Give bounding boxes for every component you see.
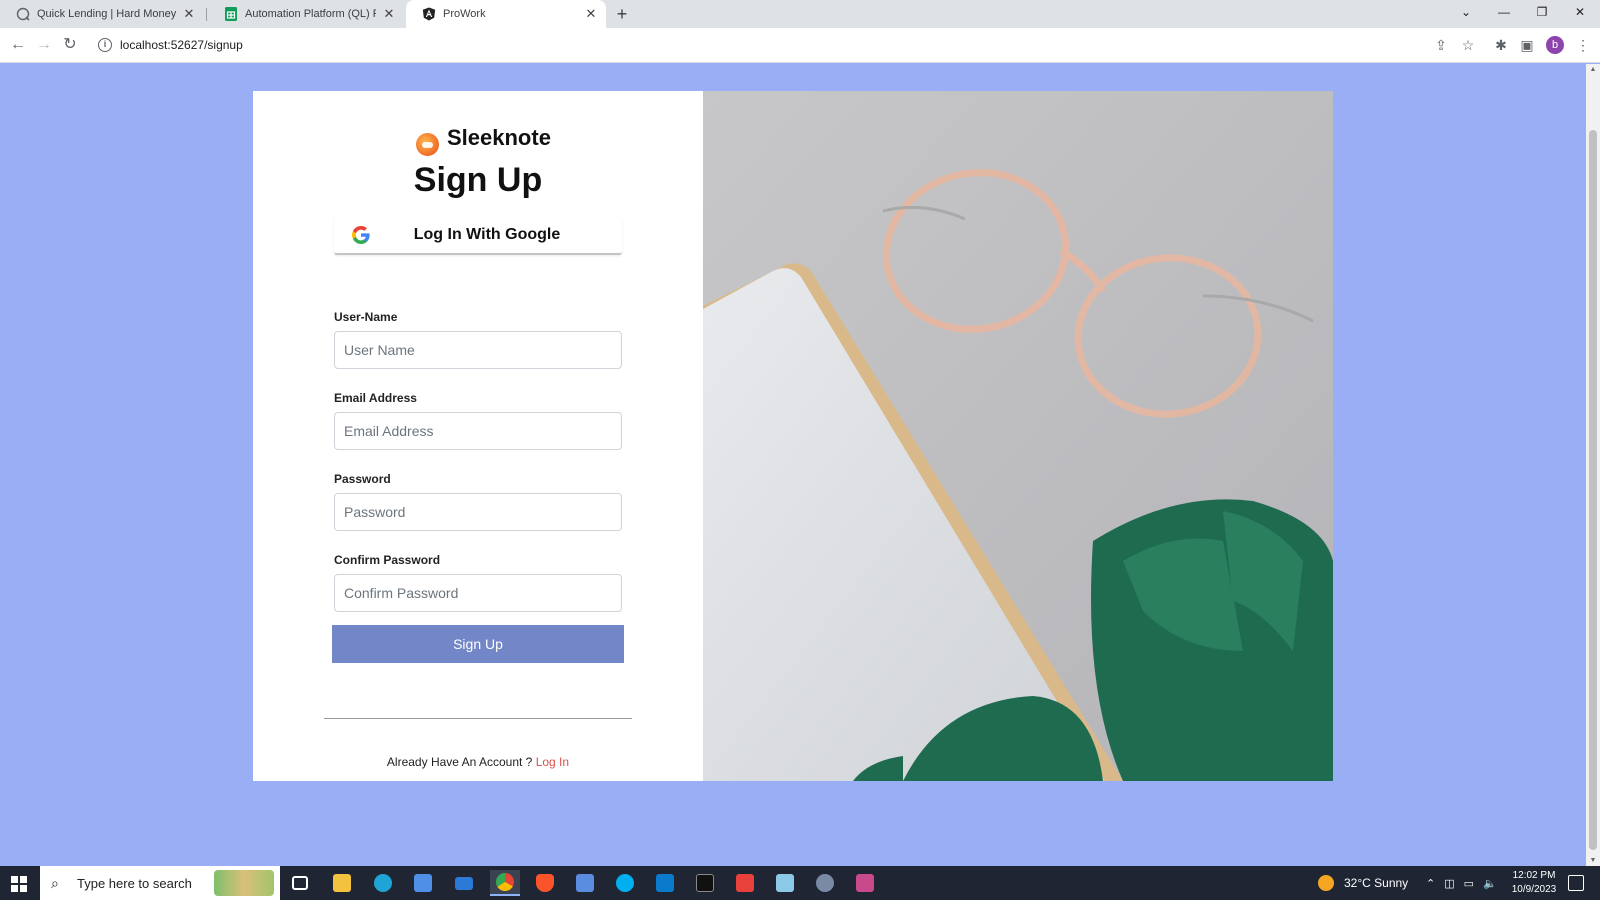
weather-widget[interactable]: 32°C Sunny — [1318, 866, 1408, 900]
close-icon[interactable]: ✕ — [182, 6, 196, 22]
share-icon[interactable]: ⇪ — [1432, 36, 1450, 54]
url-text: localhost:52627/signup — [120, 38, 243, 52]
avatar[interactable]: b — [1546, 36, 1564, 54]
scrollbar-thumb[interactable] — [1589, 130, 1597, 850]
google-login-label: Log In With Google — [413, 226, 561, 243]
globe-icon — [16, 7, 30, 21]
app-icon[interactable] — [810, 870, 840, 896]
password-input[interactable] — [334, 493, 622, 531]
google-icon — [352, 226, 370, 244]
network-icon[interactable]: ▭ — [1464, 877, 1474, 890]
chevron-up-icon[interactable]: ⌃ — [1426, 877, 1435, 890]
sun-icon — [1318, 875, 1334, 891]
mail-icon[interactable] — [449, 870, 479, 896]
brand-name: Sleeknote — [447, 124, 551, 150]
clock-time: 12:02 PM — [1512, 870, 1556, 881]
tab-strip: Quick Lending | Hard Money Le ✕ Automati… — [0, 0, 1600, 28]
scroll-down-icon[interactable]: ▼ — [1586, 857, 1600, 864]
snipping-tool-icon[interactable] — [850, 870, 880, 896]
taskbar-search-placeholder: Type here to search — [77, 875, 192, 891]
more-menu-icon[interactable]: ⋮ — [1574, 36, 1592, 54]
username-label: User-Name — [334, 310, 398, 324]
login-prompt: Already Have An Account ? Log In — [253, 755, 703, 769]
store-icon[interactable] — [408, 870, 438, 896]
sign-up-button[interactable]: Sign Up — [332, 625, 624, 663]
password-label: Password — [334, 472, 391, 486]
reload-icon[interactable]: ↻ — [60, 35, 80, 55]
skype-icon[interactable] — [610, 870, 640, 896]
browser-toolbar: ← → ↻ i localhost:52627/signup ⇪ ☆ ✱ ▣ b… — [0, 28, 1600, 63]
restore-icon[interactable]: ❐ — [1524, 0, 1560, 28]
brave-icon[interactable] — [530, 870, 560, 896]
tab-automation-platform[interactable]: Automation Platform (QL) Funtic ✕ — [208, 0, 404, 28]
divider — [324, 718, 632, 719]
tab-quick-lending[interactable]: Quick Lending | Hard Money Le ✕ — [0, 0, 204, 28]
sheets-icon — [224, 7, 238, 21]
weather-text: 32°C Sunny — [1344, 876, 1409, 890]
tab-divider — [206, 8, 207, 21]
search-highlight-image — [214, 870, 274, 896]
bookmark-star-icon[interactable]: ☆ — [1459, 36, 1477, 54]
volume-muted-icon[interactable]: 🔈 — [1483, 877, 1497, 890]
scroll-up-icon[interactable]: ▲ — [1586, 66, 1600, 73]
username-input[interactable] — [334, 331, 622, 369]
close-icon[interactable]: ✕ — [382, 6, 396, 22]
page-scrollbar[interactable]: ▲ ▼ — [1586, 64, 1600, 866]
angular-icon — [422, 7, 436, 21]
task-view-icon[interactable] — [285, 870, 315, 896]
extensions-icon[interactable]: ✱ — [1492, 36, 1510, 54]
email-label: Email Address — [334, 391, 417, 405]
forward-icon[interactable]: → — [34, 35, 54, 55]
side-panel-icon[interactable]: ▣ — [1518, 36, 1536, 54]
clock[interactable]: 12:02 PM 10/9/2023 — [1508, 869, 1560, 897]
chevron-down-icon[interactable]: ⌄ — [1448, 0, 1484, 28]
site-info-icon[interactable]: i — [98, 38, 112, 52]
google-login-button[interactable]: Log In With Google — [334, 217, 622, 255]
search-icon: ⌕ — [51, 875, 59, 891]
vscode-icon[interactable] — [650, 870, 680, 896]
address-bar[interactable]: i localhost:52627/signup — [92, 32, 1470, 58]
brand: Sleeknote — [416, 119, 551, 156]
glasses-and-leaves-photo — [703, 91, 1333, 781]
new-tab-button[interactable]: + — [612, 4, 632, 24]
windows-start-icon[interactable] — [11, 876, 27, 892]
notepad-icon[interactable] — [770, 870, 800, 896]
minimize-icon[interactable]: — — [1486, 0, 1522, 28]
edge-icon[interactable] — [368, 870, 398, 896]
sleeknote-logo-icon — [416, 133, 439, 156]
clock-date: 10/9/2023 — [1511, 884, 1557, 895]
vpn-icon[interactable] — [570, 870, 600, 896]
page-viewport: Sleeknote Sign Up Log In With Google Use… — [0, 64, 1586, 866]
signup-form-panel: Sleeknote Sign Up Log In With Google Use… — [253, 91, 703, 781]
signup-card: Sleeknote Sign Up Log In With Google Use… — [253, 91, 1333, 781]
chrome-icon[interactable] — [490, 870, 520, 896]
meet-icon[interactable]: ◫ — [1444, 877, 1454, 890]
terminal-icon[interactable] — [690, 870, 720, 896]
login-prompt-text: Already Have An Account ? — [386, 755, 536, 769]
tab-title: Quick Lending | Hard Money Le — [37, 8, 176, 20]
anydesk-icon[interactable] — [730, 870, 760, 896]
page-title: Sign Up — [413, 161, 543, 199]
back-icon[interactable]: ← — [8, 35, 28, 55]
tab-title: ProWork — [443, 8, 486, 20]
close-icon[interactable]: ✕ — [584, 6, 598, 22]
notifications-icon[interactable] — [1568, 875, 1584, 891]
tab-title: Automation Platform (QL) Funtic — [245, 8, 376, 20]
confirm-password-label: Confirm Password — [334, 553, 441, 567]
hero-image — [703, 91, 1333, 781]
taskbar-search[interactable]: ⌕ Type here to search — [40, 866, 280, 900]
email-input[interactable] — [334, 412, 622, 450]
file-explorer-icon[interactable] — [327, 870, 357, 896]
window-close-icon[interactable]: ✕ — [1562, 0, 1598, 28]
system-tray: ⌃ ◫ ▭ 🔈 — [1426, 866, 1497, 900]
login-link[interactable]: Log In — [536, 755, 569, 769]
tab-prowork[interactable]: ProWork ✕ — [406, 0, 606, 28]
confirm-password-input[interactable] — [334, 574, 622, 612]
taskbar: ⌕ Type here to search 32°C Sunny ⌃ ◫ ▭ 🔈… — [0, 866, 1600, 900]
